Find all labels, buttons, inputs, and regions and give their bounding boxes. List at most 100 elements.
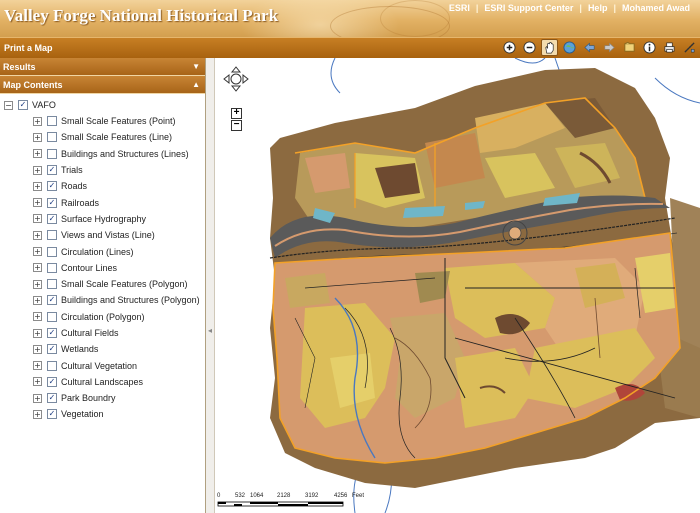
- expand-icon[interactable]: +: [33, 230, 42, 240]
- layer-item[interactable]: + Small Scale Features (Polygon): [4, 276, 205, 292]
- expand-icon[interactable]: +: [33, 181, 42, 191]
- splitter-grip-icon[interactable]: ◂: [208, 326, 212, 335]
- layer-item[interactable]: + ✓ Park Boundry: [4, 390, 205, 406]
- root-checkbox[interactable]: ✓: [18, 100, 28, 110]
- layer-label: Cultural Fields: [61, 328, 119, 338]
- map-zoom-in-button[interactable]: +: [231, 108, 242, 119]
- layer-item[interactable]: + ✓ Surface Hydrography: [4, 211, 205, 227]
- layer-checkbox[interactable]: [47, 230, 57, 241]
- layer-checkbox[interactable]: ✓: [47, 376, 57, 387]
- layer-item[interactable]: + ✓ Cultural Fields: [4, 325, 205, 341]
- help-link[interactable]: Help: [582, 3, 614, 13]
- forward-arrow-icon[interactable]: [601, 39, 618, 56]
- expand-icon[interactable]: +: [33, 344, 42, 354]
- layer-checkbox[interactable]: [47, 132, 57, 143]
- expand-icon[interactable]: +: [33, 312, 42, 322]
- esri-link[interactable]: ESRI: [443, 3, 476, 13]
- expand-icon[interactable]: +: [33, 198, 42, 208]
- layer-checkbox[interactable]: ✓: [47, 409, 57, 420]
- chevron-up-icon: ▲: [192, 80, 200, 89]
- layer-checkbox[interactable]: [47, 246, 57, 257]
- print-icon[interactable]: [661, 39, 678, 56]
- scale-bar: 0 532 1064 2128 3192 4256 Feet: [217, 493, 377, 507]
- layer-list: + Small Scale Features (Point) + Small Scal…: [4, 113, 205, 423]
- layer-checkbox[interactable]: ✓: [47, 181, 57, 192]
- layer-checkbox[interactable]: ✓: [47, 165, 57, 176]
- pan-arrows-control[interactable]: [223, 66, 249, 92]
- esri-support-center-link[interactable]: ESRI Support Center: [478, 3, 579, 13]
- expand-icon[interactable]: +: [33, 409, 42, 419]
- layer-item[interactable]: + ✓ Wetlands: [4, 341, 205, 357]
- layer-item[interactable]: + ✓ Cultural Landscapes: [4, 374, 205, 390]
- layer-item[interactable]: + Cultural Vegetation: [4, 357, 205, 373]
- expand-icon[interactable]: +: [33, 295, 42, 305]
- layer-item[interactable]: + ✓ Trials: [4, 162, 205, 178]
- layer-item[interactable]: + Small Scale Features (Line): [4, 129, 205, 145]
- map-view[interactable]: + − 0 532 1064 2128 3192 4256 Feet: [215, 58, 700, 513]
- layer-item[interactable]: + Circulation (Lines): [4, 243, 205, 259]
- left-panel: Results ▼ Map Contents ▲ − ✓ VAFO + Small…: [0, 58, 206, 513]
- layer-item[interactable]: + ✓ Railroads: [4, 194, 205, 210]
- expand-icon[interactable]: +: [33, 377, 42, 387]
- layer-item[interactable]: + ✓ Vegetation: [4, 406, 205, 422]
- expand-icon[interactable]: +: [33, 361, 42, 371]
- layer-checkbox[interactable]: ✓: [47, 295, 57, 306]
- collapse-icon[interactable]: −: [4, 100, 13, 110]
- expand-icon[interactable]: +: [33, 149, 42, 159]
- results-header[interactable]: Results ▼: [0, 58, 205, 76]
- map-canvas[interactable]: [215, 58, 700, 513]
- app-title: Valley Forge National Historical Park: [4, 6, 279, 25]
- back-arrow-icon[interactable]: [581, 39, 598, 56]
- expand-icon[interactable]: +: [33, 165, 42, 175]
- layer-item[interactable]: + ✓ Buildings and Structures (Polygon): [4, 292, 205, 308]
- layer-item[interactable]: + ✓ Roads: [4, 178, 205, 194]
- chevron-down-icon: ▼: [192, 62, 200, 71]
- expand-icon[interactable]: +: [33, 116, 42, 126]
- tree-root: − ✓ VAFO: [4, 97, 205, 113]
- expand-icon[interactable]: +: [33, 393, 42, 403]
- expand-icon[interactable]: +: [33, 132, 42, 142]
- expand-icon[interactable]: +: [33, 247, 42, 257]
- layer-checkbox[interactable]: ✓: [47, 393, 57, 404]
- layer-item[interactable]: + Views and Vistas (Line): [4, 227, 205, 243]
- layer-checkbox[interactable]: ✓: [47, 213, 57, 224]
- info-icon[interactable]: [641, 39, 658, 56]
- expand-icon[interactable]: +: [33, 214, 42, 224]
- layer-label: Cultural Landscapes: [61, 376, 144, 387]
- layer-checkbox[interactable]: ✓: [47, 328, 57, 338]
- layer-checkbox[interactable]: [47, 116, 57, 127]
- user-name-link[interactable]: Mohamed Awad: [616, 3, 696, 13]
- layer-checkbox[interactable]: [47, 279, 57, 290]
- layer-item[interactable]: + Circulation (Polygon): [4, 309, 205, 325]
- measure-icon[interactable]: [681, 39, 698, 56]
- layer-label: Circulation (Polygon): [61, 311, 145, 322]
- map-zoom-out-button[interactable]: −: [231, 120, 242, 131]
- layer-checkbox[interactable]: [47, 360, 57, 371]
- layer-checkbox[interactable]: [47, 262, 57, 273]
- layer-label: Park Boundry: [61, 393, 116, 404]
- expand-icon[interactable]: +: [33, 263, 42, 273]
- panel-splitter[interactable]: ◂: [206, 58, 215, 513]
- map-toolbar: Print a Map: [0, 37, 700, 58]
- layer-label: Roads: [61, 181, 88, 192]
- layer-checkbox[interactable]: [47, 148, 57, 159]
- layer-label: Wetlands: [61, 344, 99, 355]
- layer-checkbox[interactable]: [47, 311, 57, 322]
- layer-item[interactable]: + Contour Lines: [4, 260, 205, 276]
- layer-checkbox[interactable]: ✓: [47, 197, 57, 208]
- app-window: Valley Forge National Historical Park ES…: [0, 0, 700, 513]
- print-map-link[interactable]: Print a Map: [4, 43, 53, 53]
- pan-hand-icon[interactable]: [541, 39, 558, 56]
- full-extent-icon[interactable]: [561, 39, 578, 56]
- zoom-out-icon[interactable]: [521, 39, 538, 56]
- map-contents-header[interactable]: Map Contents ▲: [0, 76, 205, 94]
- zoom-in-icon[interactable]: [501, 39, 518, 56]
- layer-checkbox[interactable]: ✓: [47, 344, 57, 355]
- layer-item[interactable]: + Buildings and Structures (Lines): [4, 146, 205, 162]
- expand-icon[interactable]: +: [33, 328, 42, 338]
- layers-icon[interactable]: [621, 39, 638, 56]
- layer-item[interactable]: + Small Scale Features (Point): [4, 113, 205, 129]
- expand-icon[interactable]: +: [33, 279, 42, 289]
- layer-label: Small Scale Features (Line): [61, 132, 173, 143]
- layer-label: Vegetation: [61, 409, 104, 420]
